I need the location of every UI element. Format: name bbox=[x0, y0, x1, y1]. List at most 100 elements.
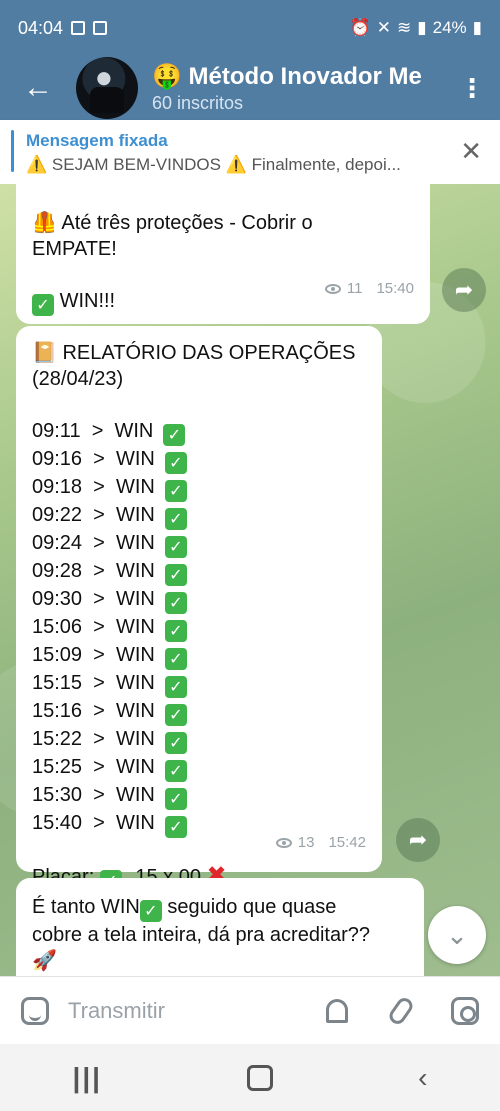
operation-separator: > bbox=[82, 616, 116, 638]
check-icon: ✓ bbox=[164, 592, 187, 614]
check-icon: ✓ bbox=[163, 424, 186, 446]
message-time: 15:42 bbox=[328, 834, 366, 851]
operation-row: 15:09 > WIN ✓ bbox=[32, 642, 368, 670]
clock: 04:04 bbox=[18, 17, 64, 38]
camera-button[interactable] bbox=[448, 994, 482, 1028]
operation-time: 09:30 bbox=[32, 588, 83, 610]
input-bar: Transmitir bbox=[0, 976, 500, 1044]
view-count: 13 bbox=[297, 834, 315, 851]
share-icon[interactable]: ➦ bbox=[442, 268, 486, 312]
operation-time: 15:16 bbox=[32, 700, 83, 722]
operation-time: 15:22 bbox=[32, 728, 83, 750]
win-text: WIN!!! bbox=[59, 290, 116, 312]
operation-separator: > bbox=[82, 812, 116, 834]
check-icon: ✓ bbox=[164, 816, 187, 838]
check-icon: ✓ bbox=[164, 564, 187, 586]
channel-avatar[interactable] bbox=[76, 57, 138, 119]
operation-separator: > bbox=[82, 476, 116, 498]
operation-separator: > bbox=[82, 700, 116, 722]
check-icon: ✓ bbox=[164, 676, 187, 698]
operation-result: WIN bbox=[115, 728, 155, 750]
message-text-part: É tanto WIN bbox=[32, 896, 140, 918]
check-icon: ✓ bbox=[164, 788, 187, 810]
channel-info[interactable]: 🤑 Método Inovador Me 60 inscritos bbox=[152, 62, 444, 114]
operation-time: 15:30 bbox=[32, 784, 83, 806]
operation-time: 15:25 bbox=[32, 756, 83, 778]
bell-icon bbox=[326, 998, 348, 1023]
gallery-notification-icon bbox=[71, 21, 86, 35]
broadcast-input[interactable]: Transmitir bbox=[68, 998, 320, 1024]
operation-result: WIN bbox=[115, 588, 155, 610]
battery-icon: ▮ bbox=[472, 18, 482, 37]
check-icon: ✓ bbox=[32, 294, 54, 316]
operation-result: WIN bbox=[115, 756, 155, 778]
views-icon bbox=[324, 283, 341, 294]
operation-row: 15:15 > WIN ✓ bbox=[32, 670, 368, 698]
home-icon[interactable] bbox=[247, 1064, 274, 1091]
operation-time: 15:09 bbox=[32, 644, 83, 666]
share-icon[interactable]: ➦ bbox=[396, 818, 440, 862]
pinned-text: ⚠️ SEJAM BEM-VINDOS ⚠️ Finalmente, depoi… bbox=[26, 155, 401, 174]
operation-time: 15:40 bbox=[32, 812, 83, 834]
scroll-down-button[interactable]: ⌄ bbox=[428, 906, 486, 964]
report-date: (28/04/23) bbox=[32, 368, 124, 390]
operation-result: WIN bbox=[115, 644, 155, 666]
check-icon: ✓ bbox=[164, 508, 187, 530]
message-time: 15:40 bbox=[376, 280, 414, 297]
message-bubble[interactable]: É tanto WIN ✓ seguido que quase cobre a t… bbox=[16, 878, 424, 976]
sticker-button[interactable] bbox=[18, 994, 52, 1028]
back-arrow-icon[interactable]: ← bbox=[0, 73, 76, 103]
check-icon: ✓ bbox=[139, 900, 162, 922]
operation-row: 15:30 > WIN ✓ bbox=[32, 782, 368, 810]
operation-result: WIN bbox=[115, 700, 155, 722]
pinned-message-bar[interactable]: Mensagem fixada ⚠️ SEJAM BEM-VINDOS ⚠️ F… bbox=[0, 120, 500, 184]
operation-row: 09:16 > WIN ✓ bbox=[32, 446, 368, 474]
message-meta: 13 15:42 bbox=[275, 834, 366, 851]
operation-separator: > bbox=[82, 728, 116, 750]
operation-separator: > bbox=[82, 532, 116, 554]
operation-result: WIN bbox=[115, 812, 155, 834]
system-nav-bar: ||| ‹ bbox=[0, 1044, 500, 1111]
paperclip-icon bbox=[386, 994, 416, 1027]
pinned-indicator bbox=[11, 130, 14, 172]
operation-result: WIN bbox=[115, 616, 155, 638]
operation-separator: > bbox=[82, 784, 116, 806]
operation-result: WIN bbox=[115, 532, 155, 554]
rocket-icon: 🚀 bbox=[32, 950, 57, 972]
operation-row: 15:22 > WIN ✓ bbox=[32, 726, 368, 754]
operation-time: 09:11 bbox=[32, 420, 81, 442]
battery-level: 24% bbox=[432, 18, 467, 37]
report-title: 📔 RELATÓRIO DAS OPERAÇÕES bbox=[32, 342, 356, 364]
operation-time: 15:15 bbox=[32, 672, 83, 694]
check-icon: ✓ bbox=[164, 648, 187, 670]
operation-row: 09:28 > WIN ✓ bbox=[32, 558, 368, 586]
operation-row: 09:11 > WIN ✓ bbox=[32, 418, 368, 446]
recent-apps-icon[interactable]: ||| bbox=[73, 1062, 103, 1094]
attach-button[interactable] bbox=[384, 994, 418, 1028]
nav-back-icon[interactable]: ‹ bbox=[418, 1062, 427, 1094]
chat-area[interactable]: 🦺 Até três proteções - Cobrir o EMPATE! … bbox=[0, 184, 500, 976]
operation-result: WIN bbox=[115, 672, 155, 694]
operation-separator: > bbox=[82, 756, 116, 778]
operation-row: 15:06 > WIN ✓ bbox=[32, 614, 368, 642]
operation-result: WIN bbox=[115, 476, 155, 498]
operation-result: WIN bbox=[114, 420, 154, 442]
close-pinned-icon[interactable]: ✕ bbox=[460, 138, 482, 164]
notification-button[interactable] bbox=[320, 994, 354, 1028]
check-icon: ✓ bbox=[164, 480, 187, 502]
check-icon: ✓ bbox=[164, 732, 187, 754]
check-icon: ✓ bbox=[164, 620, 187, 642]
subscriber-count: 60 inscritos bbox=[152, 93, 244, 113]
alarm-icon: ⏰ bbox=[349, 18, 371, 37]
status-bar: 04:04 ⏰ ✕ ≋ ▮ 24% ▮ bbox=[0, 0, 500, 56]
more-options-icon[interactable]: ⋮ bbox=[444, 75, 500, 101]
message-bubble[interactable]: 🦺 Até três proteções - Cobrir o EMPATE! … bbox=[16, 184, 430, 324]
operation-time: 09:28 bbox=[32, 560, 83, 582]
wifi-icon: ≋ bbox=[397, 18, 412, 37]
operation-time: 09:16 bbox=[32, 448, 83, 470]
sticker-icon bbox=[21, 996, 49, 1025]
operation-time: 15:06 bbox=[32, 616, 83, 638]
operation-row: 09:18 > WIN ✓ bbox=[32, 474, 368, 502]
message-bubble[interactable]: 📔 RELATÓRIO DAS OPERAÇÕES (28/04/23) 09:… bbox=[16, 326, 382, 892]
chat-header: ← 🤑 Método Inovador Me 60 inscritos ⋮ bbox=[0, 56, 500, 120]
